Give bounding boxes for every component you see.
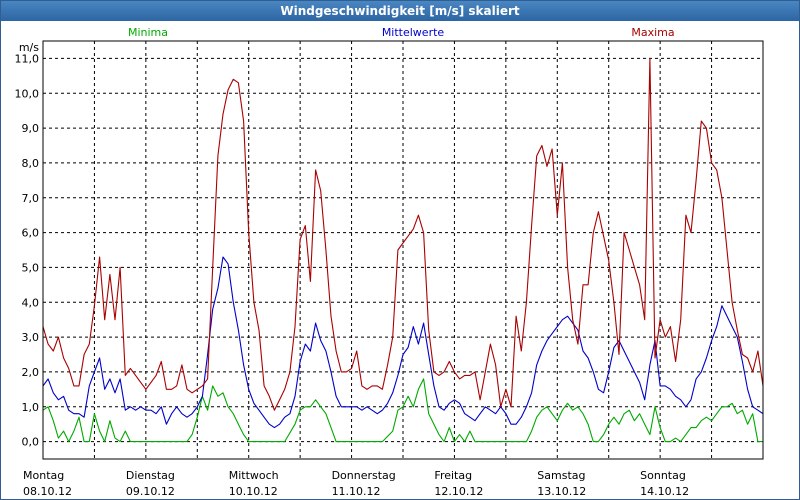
legend-minima: Minima [128, 26, 168, 39]
y-tick-label: 3,0 [22, 331, 40, 344]
y-tick-label: 5,0 [22, 261, 40, 274]
x-tick-weekday: Dienstag [126, 469, 175, 482]
x-tick-date: 12.10.12 [434, 485, 483, 498]
x-tick-date: 08.10.12 [23, 485, 72, 498]
legend: Minima Mittelwerte Maxima [128, 26, 675, 39]
x-tick-weekday: Montag [23, 469, 64, 482]
legend-mittelwerte: Mittelwerte [382, 26, 445, 39]
y-tick-label: 6,0 [22, 227, 40, 240]
y-tick-label: 1,0 [22, 401, 40, 414]
x-tick-weekday: Mittwoch [229, 469, 279, 482]
x-tick-weekday: Samstag [537, 469, 585, 482]
x-tick-weekday: Donnerstag [332, 469, 396, 482]
x-tick-date: 11.10.12 [332, 485, 381, 498]
y-tick-label: 0,0 [22, 436, 40, 449]
y-tick-label: 4,0 [22, 296, 40, 309]
y-axis-label: m/s [19, 41, 39, 54]
y-tick-label: 8,0 [22, 157, 40, 170]
x-tick-weekday: Freitag [434, 469, 472, 482]
y-tick-label: 9,0 [22, 122, 40, 135]
y-tick-label: 7,0 [22, 192, 40, 205]
y-tick-label: 10,0 [15, 87, 40, 100]
x-tick-date: 13.10.12 [537, 485, 586, 498]
x-tick-weekday: Sonntag [640, 469, 686, 482]
legend-maxima: Maxima [631, 26, 674, 39]
x-tick-date: 14.10.12 [640, 485, 689, 498]
y-tick-label: 11,0 [15, 52, 40, 65]
chart-window: Windgeschwindigkeit [m/s] skaliert 0,0 1,… [0, 0, 800, 500]
grid [43, 41, 763, 459]
x-tick-date: 10.10.12 [229, 485, 278, 498]
wind-speed-chart: 0,0 1,0 2,0 3,0 4,0 5,0 6,0 7,0 8,0 9,0 10,0 11,0m/… [15, 26, 764, 498]
y-tick-label: 2,0 [22, 366, 40, 379]
x-tick-date: 09.10.12 [126, 485, 175, 498]
